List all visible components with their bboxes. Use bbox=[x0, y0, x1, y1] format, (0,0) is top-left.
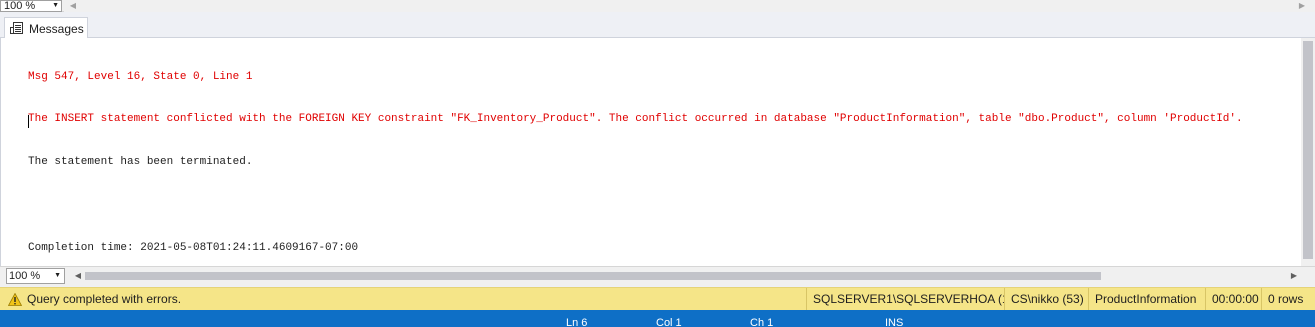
editor-status-bar: Ln 6 Col 1 Ch 1 INS bbox=[0, 310, 1315, 327]
status-message: Query completed with errors. bbox=[27, 292, 182, 306]
horizontal-scroll-thumb[interactable] bbox=[85, 272, 1101, 280]
message-line: ​ bbox=[28, 198, 1243, 212]
top-zoom-strip: 100 % ▼ ◀ ▶ bbox=[0, 0, 1315, 12]
vertical-scroll-thumb[interactable] bbox=[1303, 41, 1313, 259]
scroll-left-icon[interactable]: ◀ bbox=[71, 270, 85, 282]
top-zoom-select[interactable]: 100 % ▼ bbox=[0, 0, 62, 12]
tab-messages[interactable]: Messages bbox=[4, 17, 88, 39]
message-line: Completion time: 2021-05-08T01:24:11.460… bbox=[28, 242, 359, 255]
status-row-count: 0 rows bbox=[1261, 288, 1315, 311]
line-indicator: Ln 6 bbox=[566, 317, 588, 327]
status-user: CS\nikko (53) bbox=[1004, 288, 1088, 311]
insert-mode-indicator: INS bbox=[885, 317, 904, 327]
messages-icon bbox=[10, 22, 24, 35]
top-zoom-value: 100 % bbox=[4, 0, 36, 12]
chevron-down-icon: ▼ bbox=[54, 272, 61, 279]
bottom-zoom-value: 100 % bbox=[9, 270, 41, 282]
chevron-down-icon: ▼ bbox=[52, 2, 59, 9]
bottom-zoom-select[interactable]: 100 % ▼ bbox=[6, 268, 65, 284]
tab-messages-label: Messages bbox=[29, 21, 84, 36]
status-server: SQLSERVER1\SQLSERVERHOA (13... bbox=[806, 288, 1004, 311]
message-list: Msg 547, Level 16, State 0, Line 1 The I… bbox=[28, 41, 1243, 266]
vertical-scrollbar[interactable] bbox=[1301, 38, 1315, 266]
scroll-right-icon[interactable]: ▶ bbox=[1295, 0, 1309, 12]
message-line: The INSERT statement conflicted with the… bbox=[28, 113, 1243, 126]
text-caret bbox=[28, 115, 29, 128]
scroll-left-icon[interactable]: ◀ bbox=[66, 0, 80, 12]
status-database: ProductInformation bbox=[1088, 288, 1205, 311]
messages-pane[interactable]: Msg 547, Level 16, State 0, Line 1 The I… bbox=[0, 38, 1301, 266]
results-tab-strip: Messages bbox=[0, 12, 1315, 39]
warning-icon bbox=[8, 292, 22, 306]
bottom-horizontal-scrollbar[interactable]: ◀ ▶ bbox=[71, 269, 1301, 283]
status-elapsed-time: 00:00:00 bbox=[1205, 288, 1261, 311]
scroll-right-icon[interactable]: ▶ bbox=[1287, 270, 1301, 282]
column-indicator: Col 1 bbox=[656, 317, 682, 327]
top-horizontal-scrollbar[interactable]: ◀ ▶ bbox=[64, 0, 1315, 12]
bottom-zoom-strip: 100 % ▼ ◀ ▶ bbox=[0, 266, 1315, 286]
message-line: The statement has been terminated. bbox=[28, 156, 253, 169]
message-line: Msg 547, Level 16, State 0, Line 1 bbox=[28, 70, 253, 83]
query-status-bar: Query completed with errors. SQLSERVER1\… bbox=[0, 287, 1315, 311]
char-indicator: Ch 1 bbox=[750, 317, 774, 327]
